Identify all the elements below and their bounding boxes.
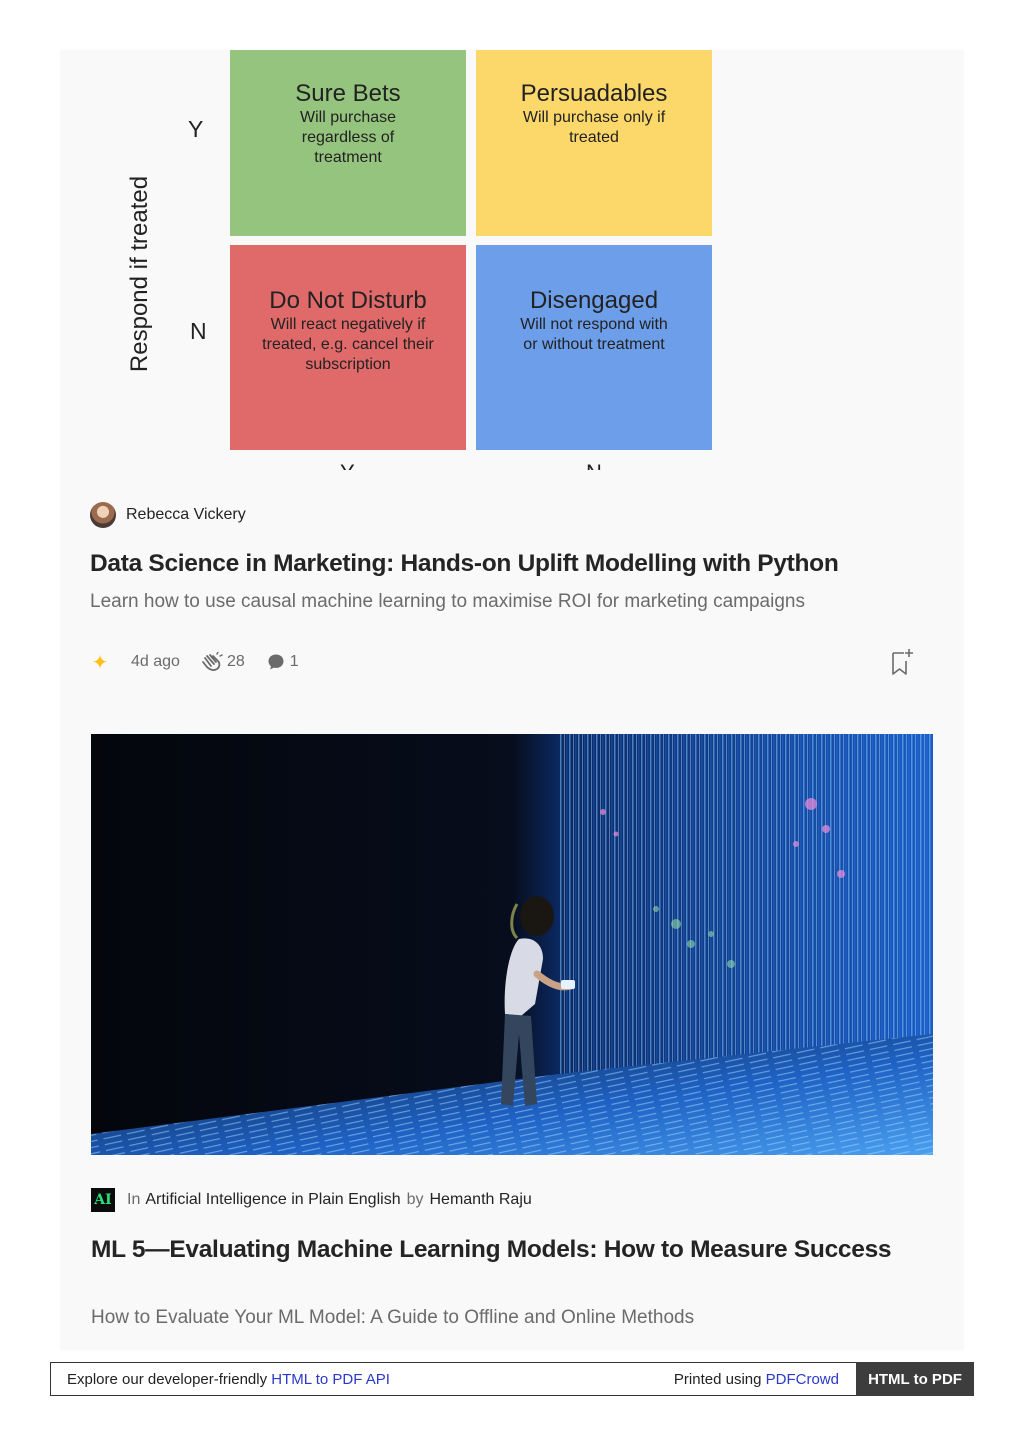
quadrant-title: Do Not Disturb (269, 287, 427, 314)
by-label: by (406, 1191, 424, 1208)
quadrant-persuadables: Persuadables Will purchase only if treat… (476, 50, 712, 236)
pdfcrowd-footer: Explore our developer-friendly HTML to P… (50, 1362, 974, 1396)
quadrant-title: Persuadables (520, 80, 668, 107)
publication-logo[interactable]: AI (91, 1188, 115, 1212)
diagram-col-label-n: N (586, 460, 602, 470)
diagram-row-label-y: Y (188, 116, 204, 142)
article1-subtitle[interactable]: Learn how to use causal machine learning… (90, 591, 805, 613)
article1-author-row[interactable]: Rebecca Vickery (90, 502, 246, 528)
footer-left-text: Explore our developer-friendly (67, 1371, 268, 1388)
in-label: In (127, 1191, 141, 1208)
clap-count: 28 (226, 653, 245, 670)
comment-count: 1 (289, 653, 299, 670)
quadrant-description: Will purchase only if treated (522, 109, 666, 146)
star-icon: ✦ (91, 651, 109, 674)
html-to-pdf-api-link[interactable]: HTML to PDF API (271, 1371, 390, 1388)
quadrant-description: Will react negatively if treated, e.g. c… (262, 316, 434, 373)
quadrant-do-not-disturb: Do Not Disturb Will react negatively if … (230, 245, 466, 450)
article2-title[interactable]: ML 5—Evaluating Machine Learning Models:… (91, 1236, 892, 1264)
avatar[interactable] (90, 502, 116, 528)
publication-name[interactable]: Artificial Intelligence in Plain English (145, 1191, 400, 1209)
diagram-row-label-n: N (190, 318, 207, 344)
bookmark-add-icon[interactable] (890, 648, 914, 676)
clap-icon[interactable] (201, 652, 223, 672)
footer-left: Explore our developer-friendly HTML to P… (67, 1371, 390, 1388)
article2-subtitle[interactable]: How to Evaluate Your ML Model: A Guide t… (91, 1307, 694, 1329)
quadrant-sure-bets: Sure Bets Will purchase regardless of tr… (230, 50, 466, 236)
html-to-pdf-button[interactable]: HTML to PDF (856, 1362, 974, 1396)
pdfcrowd-link[interactable]: PDFCrowd (766, 1371, 839, 1388)
post-age: 4d ago (131, 653, 180, 670)
diagram-axis-title: Respond if treated (126, 175, 153, 373)
comment-icon[interactable] (267, 653, 285, 671)
author-name[interactable]: Hemanth Raju (430, 1191, 532, 1209)
article2-hero-image[interactable] (91, 734, 933, 1155)
uplift-quadrant-diagram[interactable]: Respond if treated Y N Sure Bets Will pu… (60, 50, 964, 470)
footer-right: Printed using PDFCrowd (674, 1371, 839, 1388)
author-name[interactable]: Rebecca Vickery (126, 506, 246, 524)
quadrant-title: Disengaged (529, 287, 659, 314)
article1-meta: ✦ 4d ago 28 1 (90, 650, 299, 674)
article1-title[interactable]: Data Science in Marketing: Hands-on Upli… (90, 550, 839, 578)
quadrant-title: Sure Bets (295, 80, 401, 107)
footer-right-text: Printed using (673, 1371, 762, 1388)
quadrant-description: Will purchase regardless of treatment (299, 109, 397, 166)
quadrant-disengaged: Disengaged Will not respond with or with… (476, 245, 712, 450)
quadrant-description: Will not respond with or without treatme… (520, 316, 668, 353)
diagram-col-label-y: Y (340, 460, 355, 470)
article2-publication-row: AI In Artificial Intelligence in Plain E… (91, 1188, 532, 1212)
